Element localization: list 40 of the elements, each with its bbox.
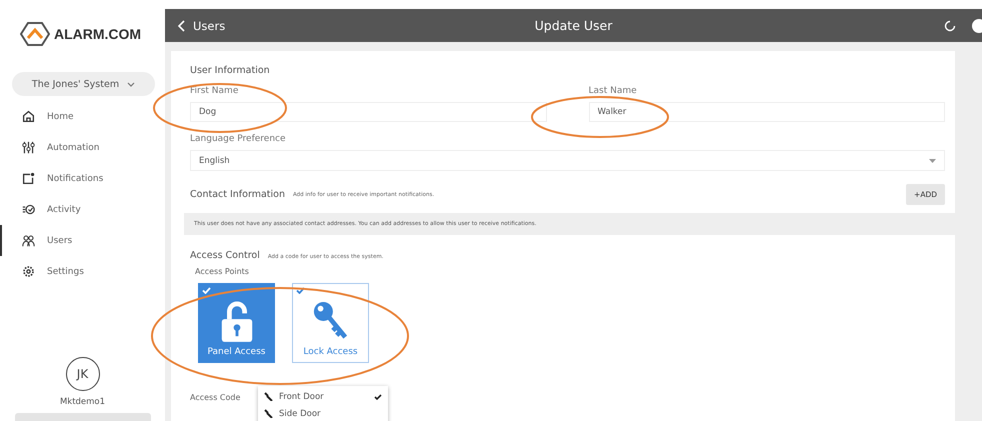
access-tile[interactable]: Lock Access: [292, 283, 369, 363]
field-label: Access Points: [195, 267, 250, 276]
sliders-icon: [22, 141, 35, 154]
settings-icon: [22, 265, 35, 278]
field-label: Access Code: [190, 393, 240, 402]
section-heading: Contact Information: [190, 189, 285, 200]
back-chevron-icon: [178, 20, 185, 32]
logo-text: ALARM.COM: [54, 26, 142, 42]
caret-icon: [929, 158, 936, 162]
nav-item[interactable]: Activity: [0, 194, 165, 225]
nav-item[interactable]: Home: [0, 101, 165, 132]
field-label: First Name: [190, 86, 238, 96]
section-heading: User Information: [190, 65, 271, 76]
notification-icon: [22, 172, 35, 185]
logo-icon: [20, 22, 50, 46]
back-link[interactable]: Users: [178, 18, 226, 32]
wrench-icon: [264, 392, 273, 401]
access-tile[interactable]: Panel Access: [198, 283, 275, 363]
wrench-icon: [264, 409, 273, 418]
nav-item[interactable]: Automation: [0, 132, 165, 163]
chevron-down-icon: [127, 82, 136, 86]
system-selector[interactable]: The Jones' System: [12, 72, 155, 96]
section-heading: Access Control: [190, 250, 260, 261]
field-label: Last Name: [588, 86, 637, 96]
home-icon: [22, 110, 35, 123]
page-title: Update User: [534, 18, 612, 33]
users-icon: [22, 234, 35, 247]
nav-item[interactable]: Notifications: [0, 163, 165, 194]
lock-option[interactable]: Front Door: [258, 388, 388, 405]
activity-icon: [22, 203, 35, 216]
avatar[interactable]: JK: [66, 357, 100, 391]
refresh-icon[interactable]: [944, 20, 956, 32]
first-name-field[interactable]: Dog: [190, 102, 546, 122]
lock-option[interactable]: Side Door: [258, 405, 388, 421]
language-select[interactable]: English: [190, 150, 945, 171]
username: Mktdemo1: [60, 397, 106, 407]
nav-item[interactable]: Settings: [0, 256, 165, 287]
help-icon[interactable]: [972, 18, 982, 32]
field-label: Language Preference: [190, 134, 286, 144]
last-name-field[interactable]: Walker: [588, 102, 945, 122]
